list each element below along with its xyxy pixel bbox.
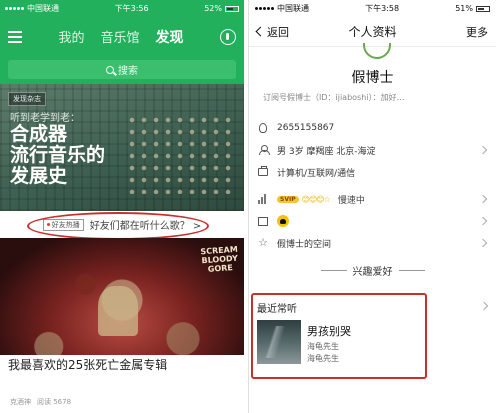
chevron-left-icon <box>255 26 266 37</box>
recognize-music-icon[interactable] <box>220 29 236 45</box>
album-logo: SCREAM BLOODY GORE <box>200 245 239 275</box>
divider-line <box>320 269 347 271</box>
job-row: 计算机/互联网/通信 <box>249 161 496 183</box>
song-title: 男孩别哭 <box>307 325 351 338</box>
album-caption: 我最喜欢的25张死亡金属专辑 <box>0 355 244 393</box>
level-row[interactable]: SVIP 😊😊😊☆ 慢速中 <box>249 188 496 210</box>
carrier-label: 中国联通 <box>277 4 309 13</box>
battery-percent: 52% <box>204 4 222 13</box>
profile-header: 假博士 订阅号假博士（ID：ijiaboshi）：加好… <box>249 43 496 117</box>
profile-screen: 中国联通 下午3:58 51% 返回 个人资料 更多 假博士 订阅号假博士（ID… <box>248 0 496 413</box>
search-input[interactable]: 搜索 <box>8 60 236 79</box>
banner-tag: 发现杂志 <box>8 92 46 106</box>
top-nav: 我的 音乐馆 发现 <box>0 17 244 57</box>
section-title-text: 兴趣爱好 <box>352 266 393 278</box>
back-label: 返回 <box>267 25 289 39</box>
profile-name: 假博士 <box>351 70 394 86</box>
battery-icon <box>476 5 490 12</box>
star-icon: ☆ <box>258 236 268 249</box>
article-meta: 克酒神 阅读 5678 <box>0 393 244 413</box>
qq-music-discover-screen: 中国联通 下午3:56 52% 我的 音乐馆 发现 搜索 发现杂志 听到老学到老… <box>0 0 244 413</box>
search-bar-container: 搜索 <box>0 57 244 84</box>
interests-section-title: 兴趣爱好 <box>249 258 496 282</box>
article-author: 克酒神 <box>10 398 31 406</box>
tab-discover[interactable]: 发现 <box>156 27 184 47</box>
battery-percent: 51% <box>455 4 473 13</box>
status-time: 下午3:58 <box>365 4 400 13</box>
job-text: 计算机/互联网/通信 <box>277 168 356 179</box>
song-artist: 海龟先生 <box>307 342 339 351</box>
level-emojis: 😊😊😊☆ <box>301 194 331 204</box>
avatar[interactable] <box>363 43 391 59</box>
qq-number: 2655155867 <box>277 123 335 133</box>
nav-tabs: 我的 音乐馆 发现 <box>22 27 220 47</box>
qzone-label: 假博士的空间 <box>277 239 332 250</box>
chevron-right-icon <box>478 194 488 204</box>
chevron-right-icon <box>478 238 488 248</box>
signal-icon <box>5 7 24 10</box>
article-reads: 阅读 5678 <box>37 398 72 406</box>
chevron-right-icon <box>478 145 488 155</box>
friend-hot-badge: 好友热播 <box>42 218 84 231</box>
banner-subtitle: 听到老学到老： <box>10 113 80 124</box>
synth-knobs-image <box>126 114 236 194</box>
status-bar: 中国联通 下午3:58 51% <box>249 0 496 17</box>
qq-pet-avatar <box>277 215 289 227</box>
basic-info: 男 3岁 摩羯座 北京-海淀 <box>277 146 376 157</box>
search-placeholder: 搜索 <box>118 66 138 77</box>
tab-music-hall[interactable]: 音乐馆 <box>101 27 140 47</box>
user-icon <box>257 144 270 156</box>
signal-icon <box>255 7 274 10</box>
level-text: 慢速中 <box>337 195 365 206</box>
bar-chart-icon <box>257 193 269 205</box>
status-time: 下午3:56 <box>114 4 149 13</box>
recently-played-card[interactable]: 最近常听 男孩别哭 海龟先生 海龟先生 <box>249 293 496 383</box>
battery-icon <box>225 5 239 12</box>
svip-badge: SVIP <box>277 195 299 203</box>
search-icon <box>106 65 114 74</box>
back-button[interactable]: 返回 <box>255 24 317 40</box>
menu-icon[interactable] <box>8 31 22 43</box>
carrier-label: 中国联通 <box>27 4 59 13</box>
song-artist: 海龟先生 <box>307 354 339 363</box>
gift-icon <box>257 215 269 227</box>
recent-label: 最近常听 <box>257 304 297 315</box>
more-button[interactable]: 更多 <box>428 24 488 40</box>
divider-line <box>398 269 425 271</box>
basic-info-row[interactable]: 男 3岁 摩羯座 北京-海淀 <box>249 139 496 161</box>
qq-number-row: 2655155867 <box>249 117 496 139</box>
feature-banner[interactable]: 发现杂志 听到老学到老： 合成器 流行音乐的 发展史 <box>0 84 244 211</box>
chevron-right-icon <box>478 216 488 226</box>
friend-listening-link[interactable]: 好友热播 好友们都在听什么歌？ > <box>0 211 244 240</box>
album-figure <box>98 286 138 336</box>
banner-headline-line: 发展史 <box>10 165 68 187</box>
banner-headline-line: 合成器 <box>10 123 68 145</box>
chevron-right-icon <box>479 301 489 311</box>
banner-headline-line: 流行音乐的 <box>10 144 106 166</box>
pet-row[interactable] <box>249 210 496 232</box>
friend-badge-label: 好友热播 <box>51 220 80 229</box>
profile-subtitle: 订阅号假博士（ID：ijiaboshi）：加好… <box>263 93 405 102</box>
page-title: 个人资料 <box>348 25 397 39</box>
dot-icon <box>46 223 50 226</box>
banner-headline: 合成器 流行音乐的 发展史 <box>10 124 105 187</box>
status-bar: 中国联通 下午3:56 52% <box>0 0 244 17</box>
briefcase-icon <box>257 166 269 178</box>
qzone-row[interactable]: ☆ 假博士的空间 <box>249 232 496 254</box>
qq-icon <box>257 122 269 134</box>
album-cover <box>257 320 301 364</box>
friend-link-text: 好友们都在听什么歌？ > <box>89 221 202 232</box>
album-card[interactable]: SCREAM BLOODY GORE 我最喜欢的25张死亡金属专辑 <box>0 238 244 393</box>
tab-mine[interactable]: 我的 <box>58 27 84 47</box>
